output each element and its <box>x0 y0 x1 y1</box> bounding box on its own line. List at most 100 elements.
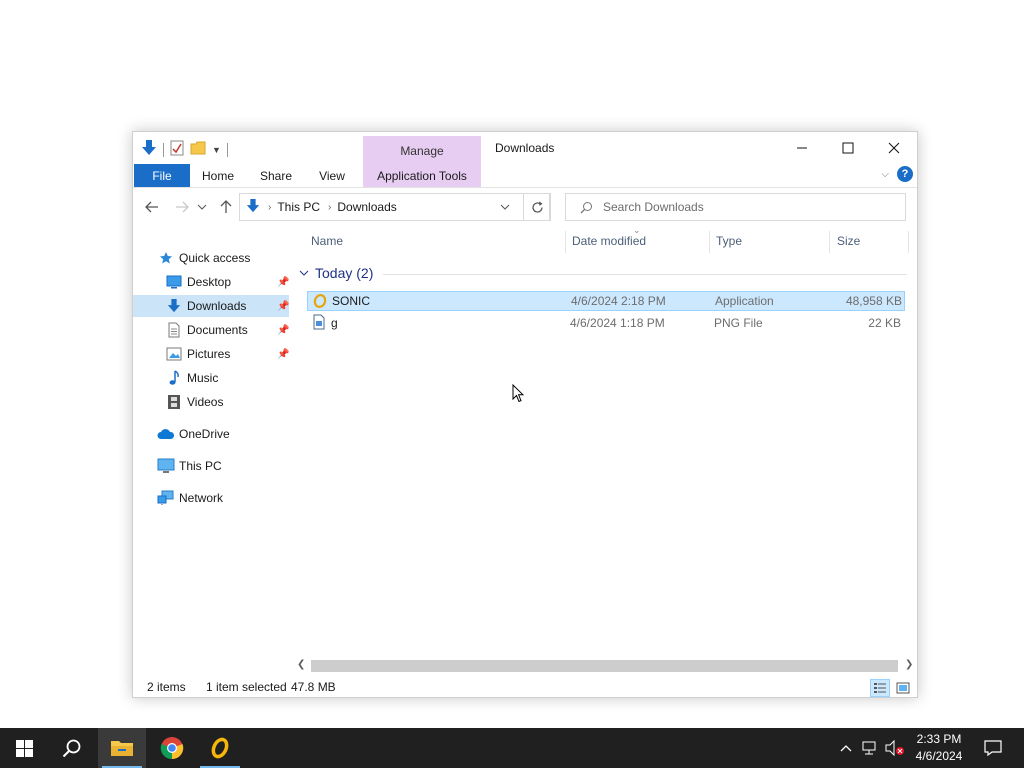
sidebar-item-pictures[interactable]: Pictures 📌 <box>133 343 289 365</box>
tab-file[interactable]: File <box>134 164 190 187</box>
forward-arrow-icon <box>176 201 189 213</box>
action-center-button[interactable] <box>978 728 1008 768</box>
file-type: PNG File <box>714 316 763 330</box>
pin-icon[interactable]: 📌 <box>277 349 289 360</box>
file-row-g[interactable]: g 4/6/2024 1:18 PM PNG File 22 KB <box>307 313 905 333</box>
status-bar: 2 items 1 item selected 47.8 MB <box>133 676 917 698</box>
file-row-sonic[interactable]: SONIC 4/6/2024 2:18 PM Application 48,95… <box>307 291 905 311</box>
taskbar-clock[interactable]: 2:33 PM 4/6/2024 <box>906 731 972 765</box>
horizontal-scrollbar[interactable]: ❮ ❯ <box>293 657 918 674</box>
new-folder-icon[interactable] <box>190 140 206 159</box>
search-icon <box>580 201 592 213</box>
sidebar-item-label: Pictures <box>187 347 231 361</box>
expand-ribbon-icon[interactable]: ⌵ <box>881 169 889 180</box>
column-header-size[interactable]: Size <box>837 227 907 255</box>
breadcrumb-this-pc[interactable]: This PC <box>277 200 320 214</box>
sidebar-item-music[interactable]: Music <box>133 367 289 389</box>
sidebar-item-documents[interactable]: Documents 📌 <box>133 319 289 341</box>
star-icon <box>157 249 175 267</box>
back-button[interactable] <box>141 195 163 219</box>
taskbar-chrome[interactable] <box>148 728 196 768</box>
sidebar-item-label: Desktop <box>187 275 232 289</box>
close-icon <box>888 142 900 154</box>
sonic-app-icon <box>211 737 229 759</box>
group-header-today[interactable]: Today (2) <box>299 265 373 281</box>
file-name: SONIC <box>332 294 371 308</box>
file-list: Name Date modified ⌄ Type Size Today (2)… <box>293 225 913 662</box>
maximize-icon <box>842 142 854 154</box>
taskbar-file-explorer[interactable] <box>98 728 146 768</box>
customize-qat-dropdown-icon[interactable]: ▼ <box>212 145 221 155</box>
ribbon-controls: ⌵ ? <box>881 166 913 182</box>
properties-icon[interactable] <box>170 140 184 159</box>
file-size: 48,958 KB <box>845 294 902 308</box>
qat-separator-2 <box>226 142 228 157</box>
close-button[interactable] <box>871 132 917 164</box>
sidebar-item-quick-access[interactable]: Quick access <box>133 247 289 269</box>
pictures-icon <box>165 345 183 363</box>
help-icon[interactable]: ? <box>897 166 913 182</box>
search-input[interactable]: Search Downloads <box>565 193 906 221</box>
pin-icon[interactable]: 📌 <box>277 301 289 312</box>
downloads-folder-icon <box>246 198 260 217</box>
recent-locations-button[interactable] <box>195 195 209 219</box>
address-dropdown-icon[interactable] <box>500 200 510 214</box>
column-divider[interactable] <box>709 231 710 253</box>
column-divider[interactable] <box>565 231 566 253</box>
taskbar-sonic-app[interactable] <box>196 728 244 768</box>
breadcrumb-downloads[interactable]: Downloads <box>337 200 396 214</box>
column-header-name[interactable]: Name <box>311 227 561 255</box>
minimize-button[interactable] <box>779 132 825 164</box>
details-view-button[interactable] <box>870 679 890 697</box>
pin-icon[interactable]: 📌 <box>277 277 289 288</box>
volume-tray-button[interactable] <box>884 728 906 768</box>
sidebar-item-label: Music <box>187 371 219 385</box>
forward-button[interactable] <box>171 195 193 219</box>
address-bar[interactable]: › This PC › Downloads <box>239 193 550 221</box>
sidebar-item-desktop[interactable]: Desktop 📌 <box>133 271 289 293</box>
up-button[interactable] <box>215 195 237 219</box>
tab-share[interactable]: Share <box>251 164 301 187</box>
tab-home[interactable]: Home <box>193 164 243 187</box>
show-hidden-icons-button[interactable] <box>836 728 856 768</box>
ribbon-divider <box>133 187 917 188</box>
maximize-button[interactable] <box>825 132 871 164</box>
sidebar-item-videos[interactable]: Videos <box>133 391 289 413</box>
clock-date: 4/6/2024 <box>915 749 963 763</box>
column-divider[interactable] <box>908 231 909 253</box>
downloads-arrow-icon <box>141 139 157 160</box>
sidebar-item-label: This PC <box>179 459 222 473</box>
back-arrow-icon <box>145 201 158 213</box>
sidebar-item-this-pc[interactable]: This PC <box>133 455 289 477</box>
refresh-icon <box>531 201 543 213</box>
column-header-type[interactable]: Type <box>716 227 826 255</box>
minimize-icon <box>797 147 807 149</box>
details-view-icon <box>874 683 886 693</box>
volume-muted-icon <box>885 740 904 756</box>
window-title: Downloads <box>495 141 555 155</box>
search-icon <box>62 739 81 758</box>
selection-size: 47.8 MB <box>291 680 336 694</box>
up-arrow-icon <box>220 200 232 213</box>
breadcrumb-chevron-icon: › <box>328 201 332 213</box>
search-button[interactable] <box>48 728 96 768</box>
network-tray-button[interactable] <box>860 728 882 768</box>
computer-icon <box>157 457 175 475</box>
scroll-right-icon[interactable]: ❯ <box>905 659 913 670</box>
start-button[interactable] <box>0 728 48 768</box>
sidebar-item-onedrive[interactable]: OneDrive <box>133 423 289 445</box>
sidebar-item-label: Videos <box>187 395 224 409</box>
windows-logo-icon <box>15 739 33 757</box>
refresh-button[interactable] <box>523 193 551 221</box>
scroll-left-icon[interactable]: ❮ <box>297 659 305 670</box>
tab-view[interactable]: View <box>309 164 355 187</box>
music-icon <box>165 369 183 387</box>
scrollbar-thumb[interactable] <box>311 660 898 672</box>
sidebar-item-label: OneDrive <box>179 427 230 441</box>
column-divider[interactable] <box>829 231 830 253</box>
sidebar-item-network[interactable]: Network <box>133 487 289 509</box>
sidebar-item-label: Documents <box>187 323 248 337</box>
large-icons-view-button[interactable] <box>893 679 913 697</box>
pin-icon[interactable]: 📌 <box>277 325 289 336</box>
sidebar-item-downloads[interactable]: Downloads 📌 <box>133 295 289 317</box>
